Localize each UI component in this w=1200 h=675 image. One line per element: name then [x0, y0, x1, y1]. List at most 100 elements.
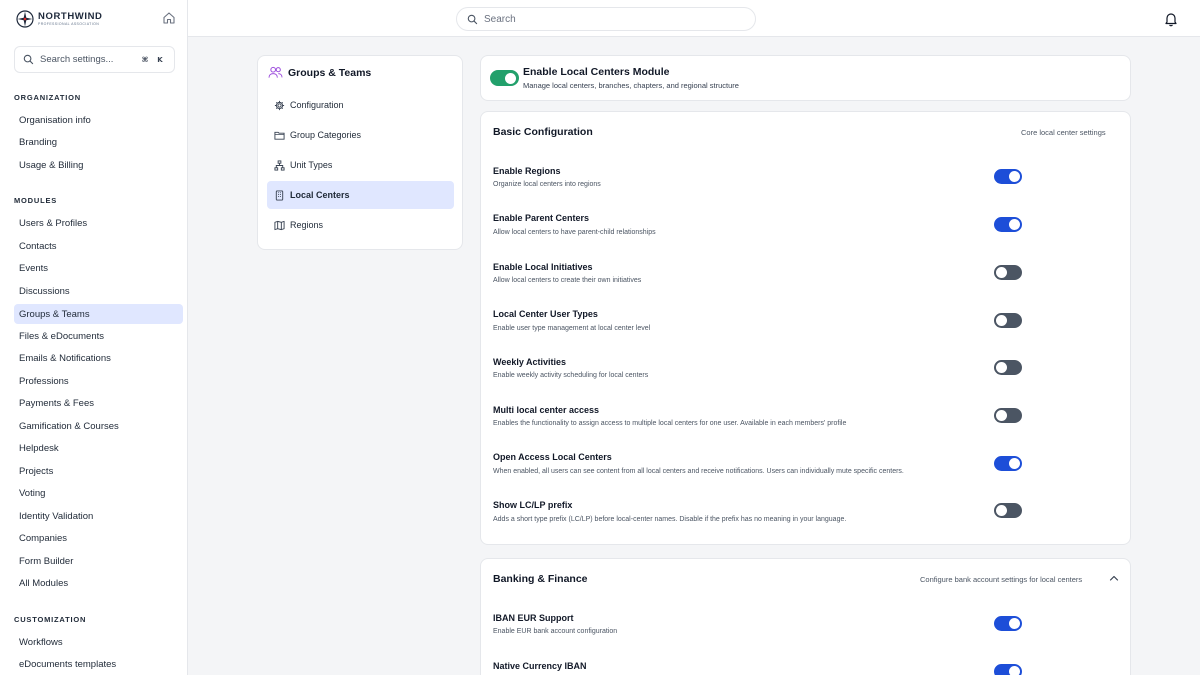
setting-title: Multi local center access: [493, 405, 600, 415]
sidebar-item-all-modules[interactable]: All Modules: [14, 573, 183, 593]
sidebar-item-emails-notifications[interactable]: Emails & Notifications: [14, 348, 183, 368]
home-icon[interactable]: [162, 11, 176, 25]
submenu-header: Groups & Teams: [268, 66, 371, 79]
toggle-knob: [1009, 219, 1020, 230]
sidebar-item-branding[interactable]: Branding: [14, 132, 183, 152]
setting-description: Enables the functionality to assign acce…: [493, 420, 847, 427]
toggle-native-currency-iban[interactable]: [994, 664, 1022, 675]
settings-search-placeholder: Search settings...: [40, 54, 114, 65]
brand-logo[interactable]: NORTHWIND PROFESSIONAL ASSOCIATION: [16, 9, 176, 29]
toggle-local-center-user-types[interactable]: [994, 313, 1022, 328]
users-group-icon: [268, 66, 283, 78]
toggle-enable-parent-centers[interactable]: [994, 217, 1022, 232]
toggle-knob: [1009, 458, 1020, 469]
setting-description: Enable EUR bank account configuration: [493, 628, 618, 635]
toggle-multi-local-center-access[interactable]: [994, 408, 1022, 423]
building-icon: [275, 189, 284, 201]
toggle-knob: [996, 410, 1007, 421]
setting-description: Organize local centers into regions: [493, 181, 601, 188]
submenu-title: Groups & Teams: [288, 66, 372, 79]
banking-finance-card: Banking & Finance Configure bank account…: [480, 558, 1131, 675]
folder-tree-icon: [274, 131, 285, 140]
toggle-knob: [996, 315, 1007, 326]
sidebar-item-users-profiles[interactable]: Users & Profiles: [14, 213, 183, 233]
toggle-knob: [996, 267, 1007, 278]
sidebar-item-identity-validation[interactable]: Identity Validation: [14, 506, 183, 526]
setting-title: IBAN EUR Support: [493, 613, 574, 623]
chevron-up-icon[interactable]: [1108, 572, 1120, 584]
submenu-item-group-categories[interactable]: Group Categories: [267, 121, 454, 149]
toggle-enable-regions[interactable]: [994, 169, 1022, 184]
sidebar-item-voting[interactable]: Voting: [14, 483, 183, 503]
setting-description: Allow local centers to have parent-child…: [493, 229, 656, 236]
sidebar-item-professions[interactable]: Professions: [14, 371, 183, 391]
toggle-knob: [1009, 666, 1020, 675]
submenu-item-label: Regions: [290, 220, 324, 230]
global-search-placeholder: Search: [484, 13, 516, 25]
hierarchy-icon: [274, 159, 285, 171]
sidebar-item-gamification-courses[interactable]: Gamification & Courses: [14, 416, 183, 436]
submenu-item-regions[interactable]: Regions: [267, 211, 454, 239]
sidebar-item-usage-billing[interactable]: Usage & Billing: [14, 155, 183, 175]
toggle-knob: [996, 505, 1007, 516]
toggle-open-access-local-centers[interactable]: [994, 456, 1022, 471]
submenu-item-label: Group Categories: [290, 130, 362, 140]
submenu-item-configuration[interactable]: Configuration: [267, 91, 454, 119]
sidebar-item-organisation-info[interactable]: Organisation info: [14, 110, 183, 130]
setting-title: Native Currency IBAN: [493, 661, 587, 671]
notification-bell-icon[interactable]: [1163, 11, 1179, 27]
card-title: Basic Configuration: [493, 126, 593, 138]
setting-title: Enable Regions: [493, 166, 561, 176]
brand-tagline: PROFESSIONAL ASSOCIATION: [38, 21, 100, 26]
shortcut-cmd-key: ⌘: [141, 55, 149, 64]
sidebar-item-helpdesk[interactable]: Helpdesk: [14, 438, 183, 458]
card-title: Banking & Finance: [493, 573, 588, 585]
map-icon: [274, 220, 285, 230]
module-description: Manage local centers, branches, chapters…: [523, 81, 739, 90]
gear-icon: [274, 100, 285, 110]
basic-configuration-card: Basic Configuration Core local center se…: [480, 111, 1131, 545]
module-title: Enable Local Centers Module: [523, 66, 670, 78]
shortcut-k-key: K: [157, 55, 163, 64]
sidebar-item-payments-fees[interactable]: Payments & Fees: [14, 393, 183, 413]
setting-description: Enable weekly activity scheduling for lo…: [493, 372, 649, 379]
settings-search-input[interactable]: Search settings... ⌘ K: [14, 46, 175, 73]
setting-title: Local Center User Types: [493, 309, 598, 319]
setting-title: Enable Parent Centers: [493, 213, 590, 223]
sidebar-item-form-builder[interactable]: Form Builder: [14, 551, 183, 571]
setting-title: Enable Local Initiatives: [493, 262, 593, 272]
sidebar-item-companies[interactable]: Companies: [14, 528, 183, 548]
sidebar-item-groups-teams[interactable]: Groups & Teams: [14, 304, 183, 324]
submenu-item-label: Unit Types: [290, 160, 333, 170]
section-title-customization: CUSTOMIZATION: [14, 615, 87, 624]
setting-description: When enabled, all users can see content …: [493, 468, 904, 475]
submenu-item-label: Local Centers: [290, 190, 350, 200]
sidebar-item-discussions[interactable]: Discussions: [14, 281, 183, 301]
search-icon: [467, 14, 478, 24]
sidebar-item-files-edocuments[interactable]: Files & eDocuments: [14, 326, 183, 346]
sidebar-item-contacts[interactable]: Contacts: [14, 236, 183, 256]
submenu-item-local-centers[interactable]: Local Centers: [267, 181, 454, 209]
card-subtitle: Configure bank account settings for loca…: [920, 575, 1083, 584]
toggle-knob: [996, 362, 1007, 373]
submenu-item-unit-types[interactable]: Unit Types: [267, 151, 454, 179]
setting-title: Weekly Activities: [493, 357, 567, 367]
module-enable-toggle[interactable]: [490, 70, 519, 86]
setting-description: Allow local centers to create their own …: [493, 277, 642, 284]
setting-title: Open Access Local Centers: [493, 452, 612, 462]
toggle-weekly-activities[interactable]: [994, 360, 1022, 375]
submenu-item-label: Configuration: [290, 100, 344, 110]
groups-teams-submenu: Groups & Teams Configuration Group Categ…: [257, 55, 463, 250]
toggle-iban-eur-support[interactable]: [994, 616, 1022, 631]
toggle-knob: [505, 72, 516, 84]
toggle-show-lc-lp-prefix[interactable]: [994, 503, 1022, 518]
setting-description: Adds a short type prefix (LC/LP) before …: [493, 516, 847, 523]
global-search-input[interactable]: Search: [456, 7, 756, 31]
sidebar-item-edocuments-templates[interactable]: eDocuments templates: [14, 654, 183, 674]
sidebar-item-projects[interactable]: Projects: [14, 461, 183, 481]
search-icon: [23, 54, 34, 65]
sidebar-item-events[interactable]: Events: [14, 258, 183, 278]
sidebar-item-workflows[interactable]: Workflows: [14, 632, 183, 652]
toggle-knob: [1009, 618, 1020, 629]
toggle-enable-local-initiatives[interactable]: [994, 265, 1022, 280]
